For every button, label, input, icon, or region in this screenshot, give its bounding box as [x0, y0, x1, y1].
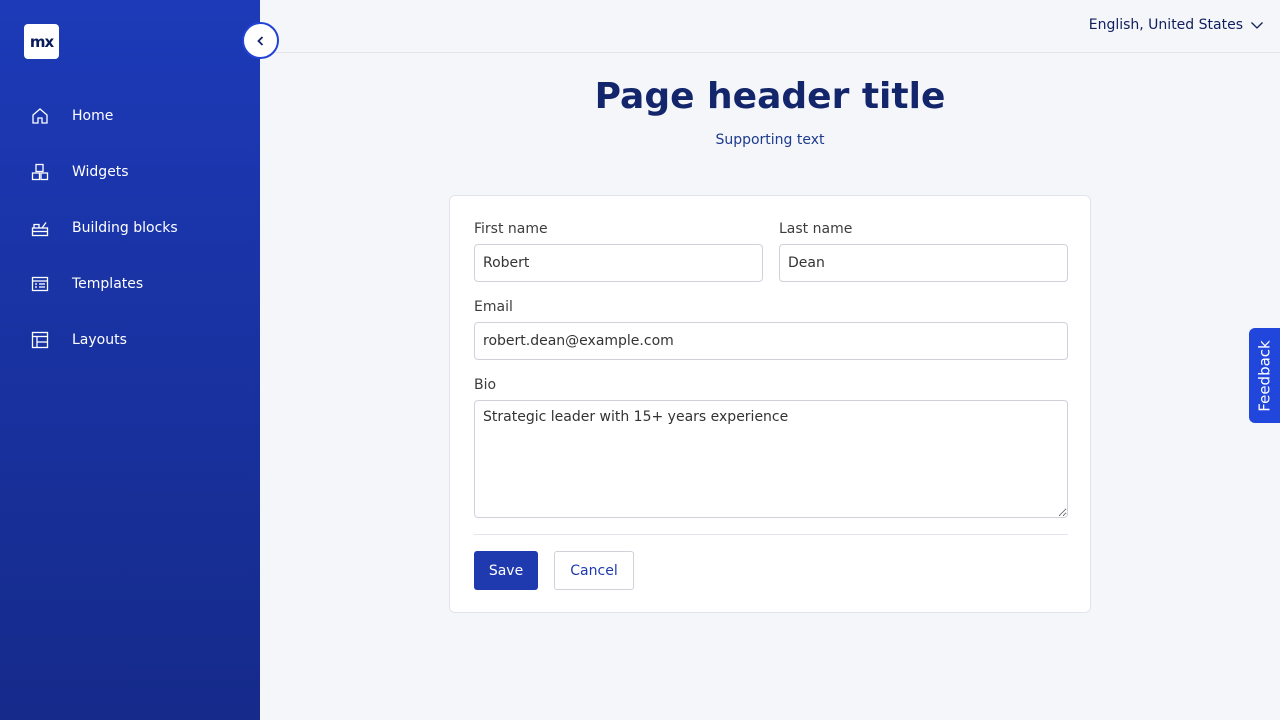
sidebar-item-layouts[interactable]: Layouts [0, 312, 260, 368]
form-card: First name Last name Email Bio Strategic… [449, 195, 1091, 613]
sidebar-item-label: Layouts [72, 332, 127, 348]
sidebar-item-templates[interactable]: Templates [0, 256, 260, 312]
sidebar-item-widgets[interactable]: Widgets [0, 144, 260, 200]
layouts-icon [31, 331, 49, 349]
building-blocks-icon [31, 222, 49, 237]
first-name-input[interactable] [474, 244, 763, 282]
email-input[interactable] [474, 322, 1068, 360]
top-bar: English, United States [260, 0, 1280, 53]
sidebar-item-label: Building blocks [72, 220, 178, 236]
sidebar: mx Home Widgets Building blocks Template… [0, 0, 260, 720]
last-name-input[interactable] [779, 244, 1068, 282]
page-subtitle: Supporting text [715, 132, 825, 148]
page-title: Page header title [594, 76, 946, 117]
sidebar-item-label: Widgets [72, 164, 129, 180]
templates-icon [31, 276, 49, 292]
language-label: English, United States [1088, 17, 1243, 33]
form-divider [474, 534, 1068, 535]
bio-textarea[interactable]: Strategic leader with 15+ years experien… [474, 400, 1068, 518]
sidebar-collapse-button[interactable] [242, 22, 279, 59]
cancel-button[interactable]: Cancel [554, 551, 634, 590]
first-name-label: First name [474, 221, 548, 237]
chevron-down-icon [1251, 22, 1263, 29]
save-button[interactable]: Save [474, 551, 538, 590]
language-selector[interactable]: English, United States [1089, 17, 1264, 33]
logo-text: mx [29, 32, 54, 51]
sidebar-item-label: Templates [72, 276, 144, 292]
bio-label: Bio [474, 377, 497, 393]
chevron-left-icon [256, 35, 263, 46]
sidebar-nav: Home Widgets Building blocks Templates L… [0, 88, 260, 368]
sidebar-item-building-blocks[interactable]: Building blocks [0, 200, 260, 256]
feedback-tab[interactable]: Feedback [1249, 328, 1280, 423]
sidebar-item-label: Home [72, 108, 114, 124]
last-name-label: Last name [779, 221, 853, 237]
home-icon [32, 108, 48, 124]
feedback-label: Feedback [1255, 339, 1274, 412]
sidebar-item-home[interactable]: Home [0, 88, 260, 144]
widgets-icon [31, 163, 49, 181]
app-logo[interactable]: mx [24, 24, 59, 59]
email-label: Email [474, 299, 513, 315]
